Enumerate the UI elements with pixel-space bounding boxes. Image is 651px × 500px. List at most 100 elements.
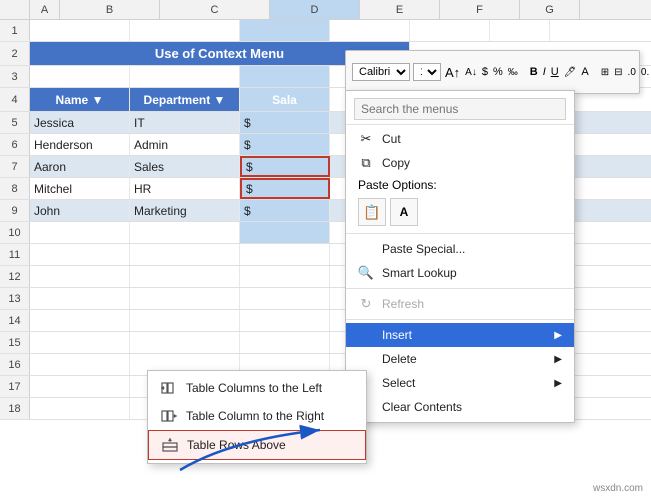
cell-name[interactable]: Mitchel — [30, 178, 130, 199]
cell[interactable] — [130, 66, 240, 87]
cell-salary[interactable]: $ — [240, 112, 330, 133]
insert-submenu: Table Columns to the Left Table Column t… — [147, 370, 367, 464]
row-num: 10 — [0, 222, 30, 243]
highlight-button[interactable]: 🖊 — [563, 63, 578, 81]
col-header-f[interactable]: F — [440, 0, 520, 19]
col-header-d[interactable]: D — [270, 0, 360, 19]
dec-decimal-button[interactable]: .0 — [627, 63, 637, 81]
font-grow-button[interactable]: A↑ — [444, 63, 461, 81]
col-header-a[interactable]: A — [30, 0, 60, 19]
copy-icon: ⧉ — [358, 155, 374, 171]
menu-item-copy[interactable]: ⧉ Copy — [346, 151, 574, 175]
cell-name[interactable]: John — [30, 200, 130, 221]
cell-dept[interactable]: HR — [130, 178, 240, 199]
cell[interactable] — [30, 222, 130, 243]
font-shrink-button[interactable]: A↓ — [464, 63, 478, 81]
menu-item-delete[interactable]: Delete ▶ — [346, 347, 574, 371]
cell[interactable] — [130, 222, 240, 243]
menu-search-input[interactable] — [354, 98, 566, 120]
row-num: 18 — [0, 398, 30, 419]
cell[interactable] — [240, 20, 330, 41]
insert-icon — [358, 327, 374, 343]
menu-item-insert[interactable]: Insert ▶ — [346, 323, 574, 347]
smart-lookup-icon: 🔍 — [358, 265, 374, 281]
percent-button[interactable]: % — [492, 63, 504, 81]
italic-button[interactable]: I — [542, 63, 547, 81]
cell-name[interactable]: Jessica — [30, 112, 130, 133]
cell[interactable] — [330, 20, 410, 41]
paste-icon-text[interactable]: A — [390, 198, 418, 226]
menu-item-refresh[interactable]: ↻ Refresh — [346, 292, 574, 316]
cell-dept[interactable]: Sales — [130, 156, 240, 177]
row-num: 9 — [0, 200, 30, 221]
header-name: Name ▼ — [30, 88, 130, 111]
font-name-select[interactable]: Calibri — [352, 63, 410, 81]
paste-options-label: Paste Options: — [346, 175, 574, 194]
currency-button[interactable]: $ — [481, 63, 489, 81]
watermark: wsxdn.com — [593, 483, 643, 494]
bold-button[interactable]: B — [529, 63, 539, 81]
comma-button[interactable]: ‰ — [507, 63, 519, 81]
row-num: 7 — [0, 156, 30, 177]
col-header-b[interactable]: B — [60, 0, 160, 19]
header-salary: Sala — [240, 88, 330, 111]
menu-separator — [346, 233, 574, 234]
cell-dept[interactable]: Marketing — [130, 200, 240, 221]
cell-salary-selected[interactable]: $ — [240, 178, 330, 199]
paste-icon-clipboard[interactable]: 📋 — [358, 198, 386, 226]
cell-name[interactable]: Aaron — [30, 156, 130, 177]
cell-salary[interactable]: $ — [240, 200, 330, 221]
menu-item-copy-label: Copy — [382, 156, 410, 170]
font-color-button[interactable]: A — [580, 63, 589, 81]
insert-arrow-icon: ▶ — [554, 330, 562, 341]
cell[interactable] — [30, 20, 130, 41]
underline-button[interactable]: U — [550, 63, 560, 81]
row-num: 2 — [0, 42, 30, 65]
clear-label: Clear Contents — [382, 400, 462, 414]
table-row: 1 — [0, 20, 651, 42]
submenu-item-rows-above[interactable]: Table Rows Above — [148, 430, 366, 460]
corner-header — [0, 0, 30, 19]
submenu-item-cols-left[interactable]: Table Columns to the Left — [148, 374, 366, 402]
menu-separator — [346, 288, 574, 289]
cell[interactable] — [130, 20, 240, 41]
menu-separator — [346, 319, 574, 320]
col-header-c[interactable]: C — [160, 0, 270, 19]
delete-arrow-icon: ▶ — [554, 354, 562, 365]
paste-special-icon — [358, 241, 374, 257]
row-num: 12 — [0, 266, 30, 287]
cell-name[interactable]: Henderson — [30, 134, 130, 155]
borders-button[interactable]: ⊞ — [600, 63, 610, 81]
font-size-select[interactable]: 11 — [413, 63, 441, 81]
cell-salary-selected[interactable]: $ — [240, 156, 330, 177]
cut-icon: ✂ — [358, 131, 374, 147]
merge-button[interactable]: ⊟ — [613, 63, 623, 81]
refresh-label: Refresh — [382, 297, 424, 311]
menu-item-cut[interactable]: ✂ Cut — [346, 127, 574, 151]
cell-dept[interactable]: IT — [130, 112, 240, 133]
row-num: 4 — [0, 88, 30, 111]
submenu-item-col-right[interactable]: Table Column to the Right — [148, 402, 366, 430]
cell[interactable] — [410, 20, 490, 41]
menu-item-select[interactable]: Select ▶ — [346, 371, 574, 395]
row-num: 5 — [0, 112, 30, 133]
cell-dept[interactable]: Admin — [130, 134, 240, 155]
col-right-icon — [160, 407, 178, 425]
row-num: 15 — [0, 332, 30, 353]
header-dept: Department ▼ — [130, 88, 240, 111]
cell[interactable] — [490, 20, 550, 41]
inc-decimal-button[interactable]: 0. — [640, 63, 650, 81]
row-num: 16 — [0, 354, 30, 375]
cell[interactable] — [240, 66, 330, 87]
menu-item-clear-contents[interactable]: Clear Contents — [346, 395, 574, 419]
cell[interactable] — [30, 66, 130, 87]
row-num: 13 — [0, 288, 30, 309]
column-headers: A B C D E F G — [0, 0, 651, 20]
cols-left-icon — [160, 379, 178, 397]
col-header-g[interactable]: G — [520, 0, 580, 19]
menu-item-paste-special[interactable]: Paste Special... — [346, 237, 574, 261]
col-header-e[interactable]: E — [360, 0, 440, 19]
menu-item-smart-lookup[interactable]: 🔍 Smart Lookup — [346, 261, 574, 285]
cell-salary[interactable]: $ — [240, 134, 330, 155]
cell[interactable] — [240, 222, 330, 243]
